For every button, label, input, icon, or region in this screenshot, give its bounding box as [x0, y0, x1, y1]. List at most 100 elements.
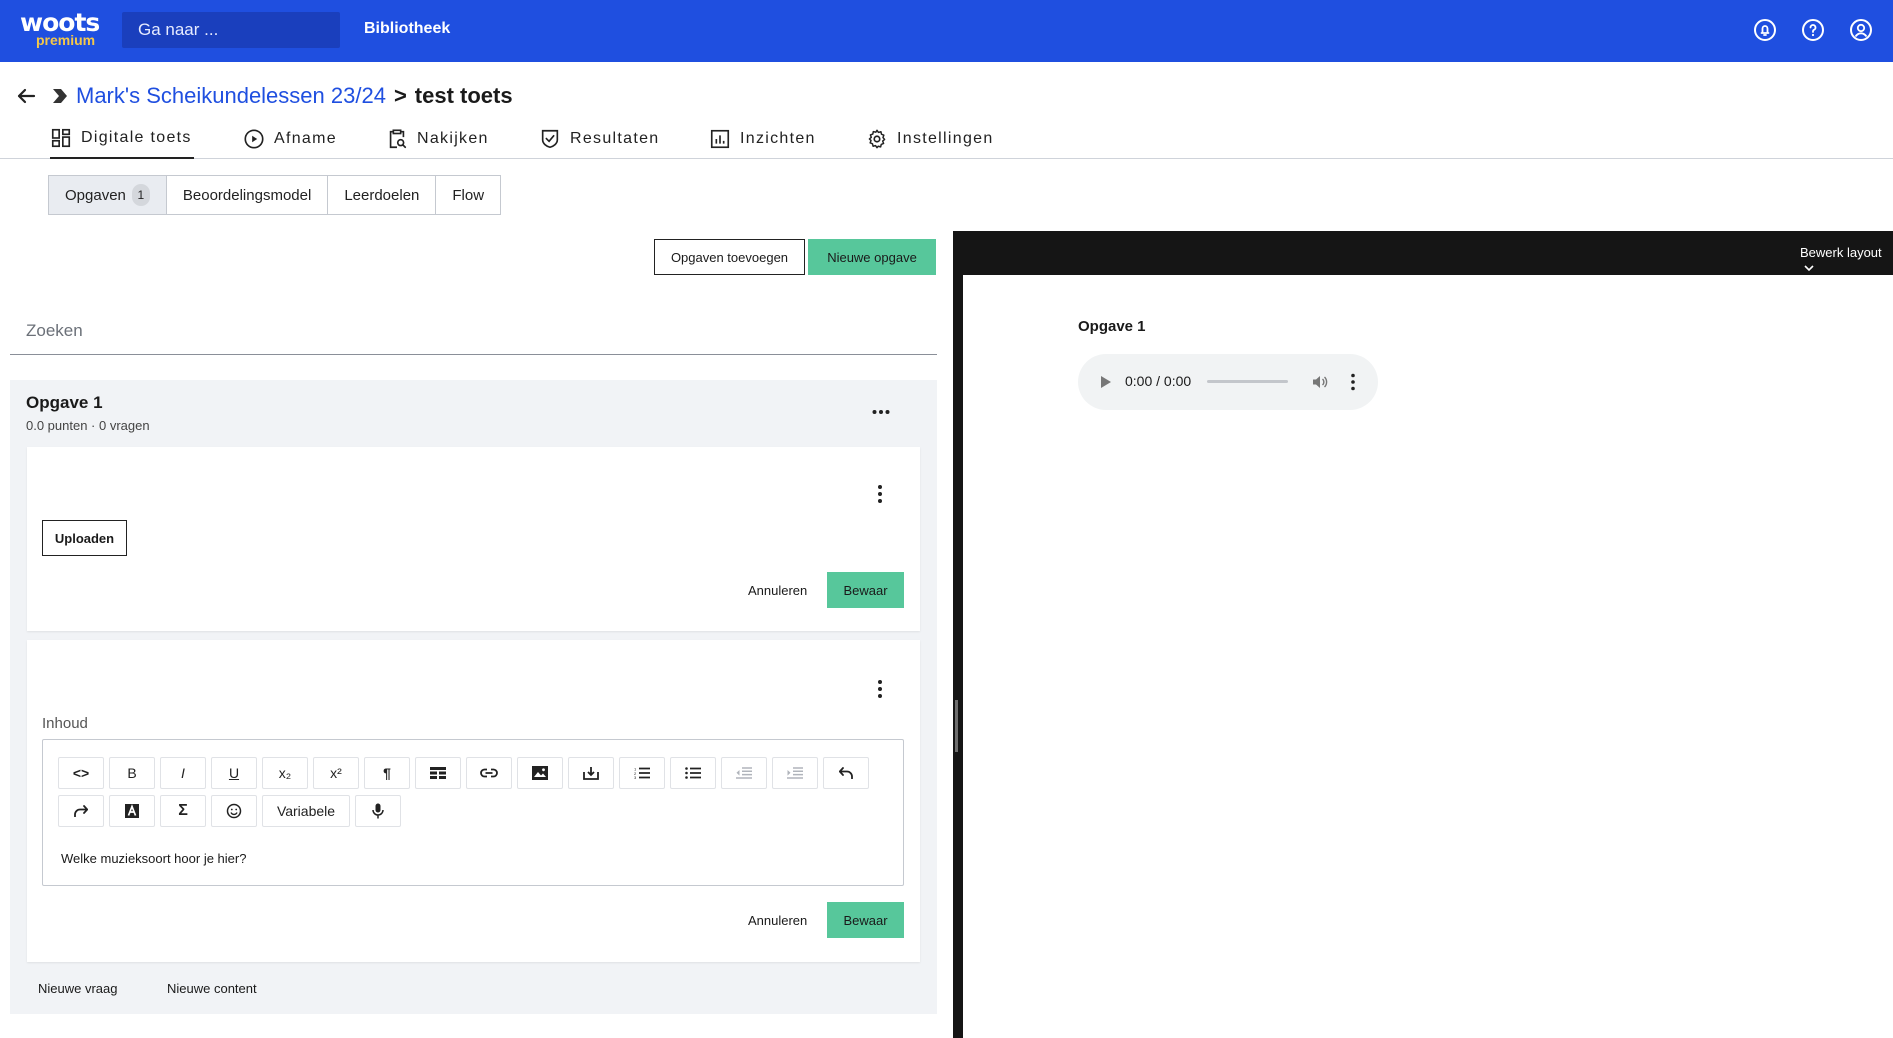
search-field[interactable] [10, 308, 937, 355]
bullet-list-button[interactable] [670, 757, 716, 789]
subscript-icon: x₂ [278, 765, 292, 781]
bold-button[interactable]: B [109, 757, 155, 789]
tab-label: Nakijken [417, 129, 489, 147]
upload-button[interactable]: Uploaden [42, 520, 127, 556]
add-questions-button[interactable]: Opgaven toevoegen [654, 239, 805, 275]
play-icon[interactable] [1100, 375, 1112, 389]
table-button[interactable] [415, 757, 461, 789]
audio-progress-track[interactable] [1207, 380, 1288, 383]
image-icon [532, 766, 548, 780]
variable-button[interactable]: Variabele [262, 795, 350, 827]
more-vertical-icon[interactable] [1351, 373, 1355, 391]
opgave-meta: 0.0 punten · 0 vragen [26, 418, 150, 433]
goto-search-input[interactable] [122, 12, 340, 48]
tab-instellingen[interactable]: Instellingen [866, 118, 994, 159]
tab-afname[interactable]: Afname [243, 118, 337, 159]
more-vertical-icon[interactable] [877, 679, 883, 699]
subtab-leerdoelen[interactable]: Leerdoelen [328, 176, 437, 214]
superscript-icon: x² [330, 765, 342, 781]
save-button[interactable]: Bewaar [827, 902, 904, 938]
woots-logo[interactable]: woots premium [20, 8, 100, 50]
sub-tabs: Opgaven 1 Beoordelingsmodel Leerdoelen F… [48, 175, 502, 215]
formula-button[interactable]: Σ [160, 795, 206, 827]
image-button[interactable] [517, 757, 563, 789]
notification-icon[interactable] [1753, 18, 1777, 42]
code-view-button[interactable]: <> [58, 757, 104, 789]
edit-layout-label: Bewerk layout [1800, 245, 1882, 260]
subtab-label: Opgaven [65, 186, 126, 204]
emoji-button[interactable] [211, 795, 257, 827]
new-question-link[interactable]: Nieuwe vraag [38, 981, 118, 996]
sigma-icon: Σ [178, 802, 188, 819]
superscript-button[interactable]: x² [313, 757, 359, 789]
redo-icon [74, 805, 88, 817]
gear-icon [868, 129, 886, 148]
account-icon[interactable] [1849, 18, 1873, 42]
back-arrow-icon[interactable] [14, 84, 38, 108]
grid-icon [51, 128, 71, 147]
chevron-down-icon [1804, 265, 1814, 272]
audio-time: 0:00 / 0:00 [1125, 373, 1192, 389]
link-icon [480, 768, 498, 778]
edit-layout-button[interactable]: Bewerk layout [1800, 245, 1893, 275]
library-link[interactable]: Bibliotheek [364, 20, 450, 38]
top-navigation-bar: woots premium Bibliotheek [0, 0, 1893, 62]
chart-icon [710, 129, 730, 148]
count-badge: 1 [131, 184, 150, 206]
breadcrumb-separator: > [393, 83, 407, 108]
goto-search[interactable] [122, 12, 340, 48]
new-question-button[interactable]: Nieuwe opgave [808, 239, 936, 275]
ordered-list-icon: 123 [634, 767, 650, 779]
opgave-title: Opgave 1 [26, 393, 103, 412]
help-icon[interactable] [1801, 18, 1825, 42]
undo-button[interactable] [823, 757, 869, 789]
underline-button[interactable]: U [211, 757, 257, 789]
paragraph-icon: ¶ [383, 765, 391, 781]
resize-handle[interactable] [955, 700, 958, 752]
text-color-button[interactable] [109, 795, 155, 827]
paragraph-button[interactable]: ¶ [364, 757, 410, 789]
more-horizontal-icon[interactable] [872, 402, 890, 422]
link-button[interactable] [466, 757, 512, 789]
subscript-button[interactable]: x₂ [262, 757, 308, 789]
microphone-button[interactable] [355, 795, 401, 827]
indent-button[interactable] [772, 757, 818, 789]
subtab-opgaven[interactable]: Opgaven 1 [49, 176, 167, 214]
svg-text:3: 3 [634, 775, 637, 779]
audio-player[interactable]: 0:00 / 0:00 [1078, 354, 1378, 410]
cancel-button[interactable]: Annuleren [748, 913, 807, 928]
outdent-button[interactable] [721, 757, 767, 789]
ordered-list-button[interactable]: 123 [619, 757, 665, 789]
bold-icon: B [127, 765, 137, 781]
more-vertical-icon[interactable] [877, 484, 883, 504]
new-content-link[interactable]: Nieuwe content [167, 981, 257, 996]
tab-label: Instellingen [897, 129, 994, 147]
subtab-beoordelingsmodel[interactable]: Beoordelingsmodel [167, 176, 329, 214]
subtab-flow[interactable]: Flow [436, 176, 500, 214]
undo-icon [839, 767, 853, 779]
editor-content[interactable]: Welke muzieksoort hoor je hier? [61, 851, 246, 866]
search-input[interactable] [10, 308, 937, 354]
tab-digitale-toets[interactable]: Digitale toets [50, 118, 194, 159]
preview-header [953, 231, 1893, 275]
breadcrumb-course-link[interactable]: Mark's Scheikundelessen 23/24 [76, 83, 386, 109]
tab-resultaten[interactable]: Resultaten [539, 118, 660, 159]
embed-button[interactable] [568, 757, 614, 789]
tab-label: Inzichten [740, 129, 816, 147]
tab-inzichten[interactable]: Inzichten [709, 118, 816, 159]
tab-label: Digitale toets [81, 128, 192, 146]
underline-icon: U [228, 765, 240, 781]
tab-label: Afname [274, 129, 337, 147]
emoji-icon [226, 803, 242, 819]
volume-icon[interactable] [1312, 374, 1328, 390]
cancel-button[interactable]: Annuleren [748, 583, 807, 598]
shield-check-icon [541, 129, 559, 148]
italic-button[interactable]: I [160, 757, 206, 789]
variable-label: Variabele [276, 803, 336, 819]
main-tabs: Digitale toets Afname Nakijken Resultate… [0, 118, 1893, 159]
table-icon [430, 767, 446, 779]
preview-pane [953, 231, 1893, 1038]
tab-nakijken[interactable]: Nakijken [386, 118, 489, 159]
redo-button[interactable] [58, 795, 104, 827]
save-button[interactable]: Bewaar [827, 572, 904, 608]
